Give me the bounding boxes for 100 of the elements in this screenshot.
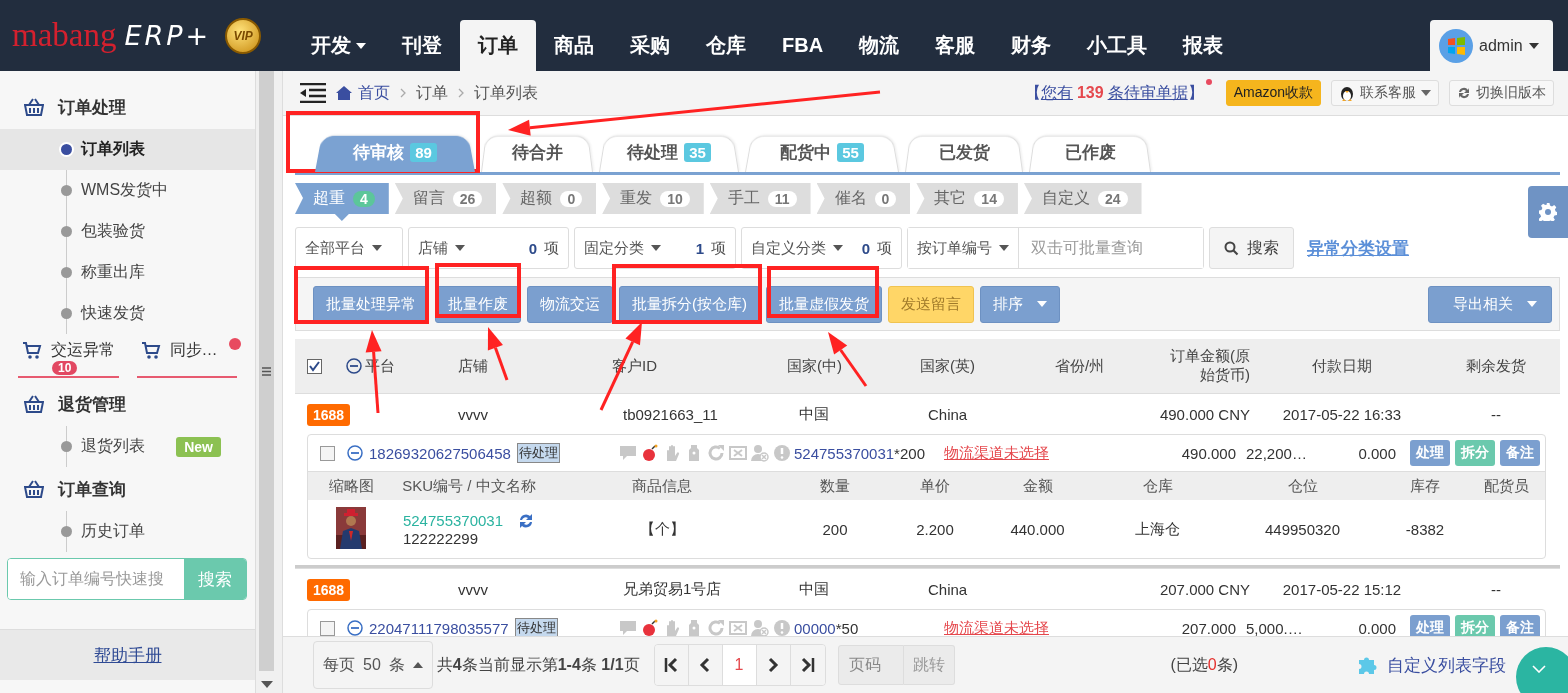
collapse-icon[interactable] [346,358,362,374]
section-title: 订单查询 [58,478,126,501]
user-menu[interactable]: admin [1430,20,1553,71]
status-tag: 待处理 [514,618,558,636]
refresh-icon [1457,86,1471,100]
checkbox[interactable] [320,445,335,461]
caret-icon [651,245,661,251]
filter-tab[interactable]: 超额 0 [502,183,597,214]
count-badge: 14 [974,190,1004,207]
penguin-icon [1339,84,1355,102]
page-size-select[interactable]: 每页 50 条 [313,641,433,689]
column-header: 配货员 [1482,476,1530,496]
table-cell: China [928,405,968,423]
category-select[interactable]: 店铺 0 项 [408,227,569,269]
column-header: 数量 [819,476,851,496]
checkbox[interactable] [320,620,335,636]
avatar-icon [1439,28,1473,63]
filter-tab[interactable]: 重发 10 [602,183,704,214]
nav-tab[interactable]: 开发 [293,20,384,71]
caret-icon [1528,42,1539,49]
nav-tab[interactable]: 小工具 [1069,20,1166,71]
page-button[interactable]: 1 [722,645,757,685]
table-cell: tb0921663_11 [623,405,718,423]
nav-tab[interactable]: 财务 [993,20,1070,71]
nav-tab[interactable]: 订单 [460,20,536,71]
logo-wordmark: mabang [12,17,117,54]
filter-tab[interactable]: 其它 14 [916,183,1018,214]
logistics-link[interactable]: 物流渠道未选择 [944,618,1049,636]
sidebar-item[interactable]: 称重出库 [0,252,255,293]
caret-icon [1527,301,1537,307]
status-tab[interactable]: 已作废 [1029,132,1151,172]
settings-button[interactable] [1528,186,1568,238]
nav-tab[interactable]: 商品 [536,20,612,71]
shortcut-tab[interactable]: 同步… [136,340,237,378]
select-all-checkbox[interactable] [307,358,322,374]
sidebar-item[interactable]: 包装验货 [0,211,255,252]
table-cell-text: 200 [821,520,849,538]
sidebar-item[interactable]: 历史订单 [0,511,255,552]
nav-tab[interactable]: 采购 [612,20,688,71]
nav-tab[interactable]: 仓库 [688,20,764,71]
user-icon[interactable] [751,444,769,462]
sidebar-item[interactable]: 快速发货 [0,293,255,334]
filter-tab[interactable]: 自定义 24 [1023,183,1142,214]
alert-icon[interactable] [773,619,791,636]
sidebar-item[interactable]: 订单列表 [0,129,255,170]
nav-tab[interactable]: 物流 [841,20,918,71]
scrollbar-thumb[interactable] [259,71,274,671]
menu-toggle-icon[interactable] [300,83,326,103]
platform-select[interactable]: 全部平台 [295,227,403,269]
table-cell: 207.000 CNY [1159,580,1250,598]
search-button[interactable]: 搜索 [1209,227,1294,269]
column-header: 付款日期 [1312,356,1372,374]
status-tab[interactable]: 配货中 55 [745,132,899,172]
image-icon[interactable] [729,444,747,462]
order-number[interactable]: 18269320627506458 [369,444,511,462]
shortcut-tab[interactable]: 交运异常 10 [18,340,119,378]
bomb-icon[interactable] [641,619,659,636]
order-number[interactable]: 22047111798035577 [369,619,509,636]
header-button[interactable]: Amazon收款 [1225,80,1321,106]
count-badge: 35 [684,142,711,162]
sidebar-item[interactable]: 退货列表 New [0,426,255,467]
table-cell: 中国 [799,579,829,597]
nav-tab[interactable]: 报表 [1165,20,1242,71]
pending-notice-link[interactable]: 【您有 139 条待审单据】 [1024,82,1204,104]
user-icon[interactable] [751,619,769,636]
collapse-icon[interactable] [347,445,363,461]
column-header: 国家(中) [787,356,842,374]
logistics-link[interactable]: 物流渠道未选择 [944,443,1049,461]
image-icon[interactable] [729,619,747,636]
column-header: 剩余发货 [1466,356,1526,374]
filter-tab[interactable]: 催名 0 [816,183,911,214]
nav-tab[interactable]: FBA [764,20,842,71]
product-name: ERP+ [124,20,212,51]
header-button[interactable]: 切换旧版本 [1449,80,1554,106]
sidebar-item[interactable]: WMS发货中 [0,170,255,211]
count-badge: 11 [767,190,797,207]
nav-tab[interactable]: 客服 [917,20,994,71]
alert-icon[interactable] [773,444,791,462]
help-link[interactable]: 帮助手册 [93,643,162,667]
page-number-field[interactable]: 页码 [837,645,904,685]
custom-fields-link[interactable]: 自定义列表字段 [1357,653,1506,677]
bomb-icon[interactable] [641,444,659,462]
collapse-icon[interactable] [347,620,363,636]
first-page-button[interactable] [654,645,689,685]
category-select[interactable]: 自定义分类 0 项 [741,227,902,269]
sku-quantity: 524755370031*200 [794,444,926,462]
status-tab[interactable]: 已发货 [905,132,1023,172]
category-select[interactable]: 固定分类 1 项 [574,227,736,269]
section-title: 订单处理 [58,96,126,119]
header-button[interactable]: 联系客服 [1331,80,1439,106]
table-cell-text: 0.000 [1357,619,1396,636]
filter-tab[interactable]: 手工 11 [709,183,811,214]
nav-tab[interactable]: 刊登 [384,20,460,71]
sku-quantity: 00000*50 [794,619,860,636]
status-tab[interactable]: 待合并 [481,132,593,172]
column-header: 店铺 [458,356,488,374]
scroll-down-icon[interactable] [261,681,273,688]
filter-tab[interactable]: 留言 26 [394,183,497,214]
status-tab[interactable]: 待处理 35 [599,132,739,172]
breadcrumb-link[interactable]: 首页 [336,82,390,104]
